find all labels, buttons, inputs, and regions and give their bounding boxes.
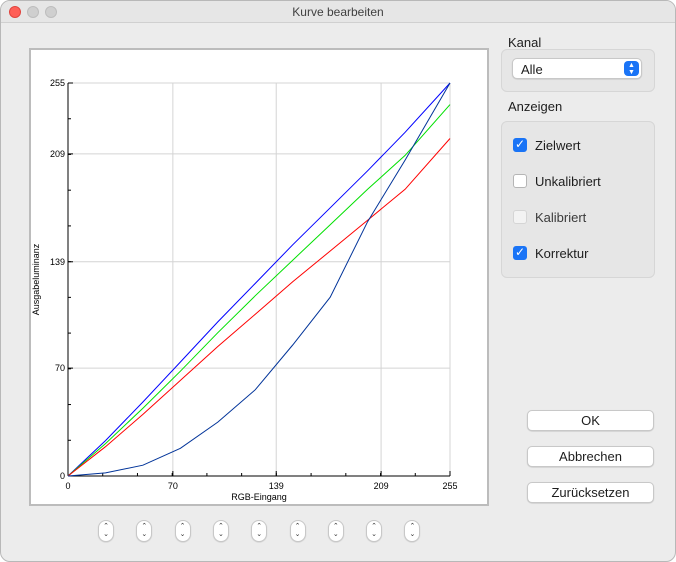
chevron-down-icon[interactable]: ⌄ [252, 531, 266, 539]
y-axis-title: Ausgabeluminanz [31, 243, 41, 315]
point-stepper-9[interactable]: ⌃ ⌄ [404, 520, 421, 542]
y-tick-label: 0 [60, 471, 65, 481]
chevron-down-icon[interactable]: ⌄ [405, 531, 419, 539]
chevron-up-icon[interactable]: ⌃ [214, 523, 228, 531]
y-tick-label: 70 [55, 363, 65, 373]
x-tick-label: 255 [442, 481, 457, 491]
checkbox-label-unkalibriert: Unkalibriert [535, 174, 601, 189]
window-title: Kurve bearbeiten [292, 5, 384, 19]
point-stepper-4[interactable]: ⌃ ⌄ [212, 520, 229, 542]
x-tick-label: 209 [374, 481, 389, 491]
chevron-down-icon[interactable]: ⌄ [367, 531, 381, 539]
cancel-button[interactable]: Abbrechen [527, 446, 654, 467]
chevron-up-icon[interactable]: ⌃ [367, 523, 381, 531]
display-label: Anzeigen [508, 99, 563, 114]
point-stepper-2[interactable]: ⌃ ⌄ [136, 520, 153, 542]
chevron-up-icon[interactable]: ⌃ [291, 523, 305, 531]
point-stepper-8[interactable]: ⌃ ⌄ [366, 520, 383, 542]
point-stepper-5[interactable]: ⌃ ⌄ [251, 520, 268, 542]
channel-label: Kanal [508, 35, 542, 50]
chevron-down-icon[interactable]: ⌄ [176, 531, 190, 539]
chevron-up-icon[interactable]: ⌃ [137, 523, 151, 531]
chevron-down-icon[interactable]: ⌄ [99, 531, 113, 539]
curve-editor-window: Kurve bearbeiten 0 70 139 209 255 0 70 139 209 25… [0, 0, 676, 562]
point-steppers: ⌃ ⌄ ⌃ ⌄ ⌃ ⌄ ⌃ ⌄ ⌃ ⌄ ⌃ ⌄ ⌃ ⌄ ⌃ ⌄ ⌃ ⌄ [1, 520, 501, 544]
checkbox-unkalibriert[interactable] [513, 174, 527, 188]
title-bar[interactable]: Kurve bearbeiten [1, 1, 675, 23]
ok-button[interactable]: OK [527, 410, 654, 431]
checkbox-kalibriert [513, 210, 527, 224]
point-stepper-1[interactable]: ⌃ ⌄ [98, 520, 114, 542]
checkbox-label-korrektur: Korrektur [535, 246, 589, 261]
chevron-up-icon[interactable]: ⌃ [252, 523, 266, 531]
chevron-up-icon[interactable]: ⌃ [405, 523, 419, 531]
series-line-1 [67, 82, 451, 477]
checkbox-label-zielwert: Zielwert [535, 138, 581, 153]
reset-button[interactable]: Zurücksetzen [527, 482, 654, 503]
point-stepper-7[interactable]: ⌃ ⌄ [327, 520, 344, 542]
x-tick-label: 0 [65, 481, 70, 491]
y-tick-label: 255 [50, 78, 65, 88]
x-tick-label: 70 [168, 481, 178, 491]
x-axis-title: RGB-Eingang [231, 492, 287, 502]
y-tick-label: 139 [50, 257, 65, 267]
chevron-up-icon[interactable]: ⌃ [176, 523, 190, 531]
updown-chevron-icon: ▲ ▼ [624, 61, 639, 76]
channel-select[interactable]: Alle ▲ ▼ [512, 58, 642, 79]
curve-chart-svg: 0 70 139 209 255 0 70 139 209 255 RGB-Eingang Ausga… [31, 78, 458, 502]
point-stepper-3[interactable]: ⌃ ⌄ [174, 520, 191, 542]
chevron-down-icon[interactable]: ⌄ [214, 531, 228, 539]
chevron-up-icon[interactable]: ⌃ [329, 523, 343, 531]
chevron-up-icon[interactable]: ⌃ [99, 523, 113, 531]
checkbox-korrektur[interactable] [513, 245, 527, 260]
chevron-down-icon[interactable]: ⌄ [329, 531, 343, 539]
point-stepper-6[interactable]: ⌃ ⌄ [289, 520, 306, 542]
y-tick-label: 209 [50, 149, 65, 159]
x-tick-label: 139 [269, 481, 284, 491]
curve-chart[interactable]: 0 70 139 209 255 0 70 139 209 255 RGB-Eingang Ausga… [29, 48, 489, 506]
checkbox-label-kalibriert: Kalibriert [535, 210, 587, 225]
chevron-down-icon[interactable]: ⌄ [137, 531, 151, 539]
channel-select-value: Alle [521, 62, 543, 77]
chevron-down-icon[interactable]: ⌄ [291, 531, 305, 539]
checkbox-zielwert[interactable] [513, 137, 527, 152]
